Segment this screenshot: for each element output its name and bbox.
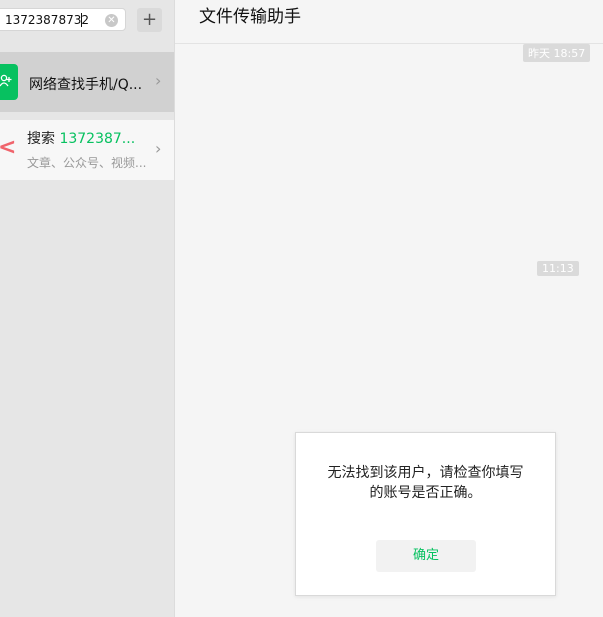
result-title: 搜索 1372387... [27,128,135,148]
ok-button[interactable]: 确定 [376,540,476,572]
dialog-message: 无法找到该用户，请检查你填写 的账号是否正确。 [296,463,555,503]
result-label: 网络查找手机/Q... [29,77,143,93]
timestamp: 11:13 [537,261,579,276]
chevron-right-icon: › [155,71,162,90]
clear-icon[interactable]: ✕ [105,14,118,27]
search-prefix: 搜索 [27,131,55,147]
add-friend-icon [0,64,18,100]
result-network-search[interactable]: 网络查找手机/Q... › [0,52,174,112]
result-search-query[interactable]: < 搜索 1372387... 文章、公众号、视频... › [0,120,174,180]
dialog-message-line: 无法找到该用户，请检查你填写 [327,465,524,481]
search-query: 1372387... [59,131,136,147]
search-box[interactable]: ✕ [0,8,126,31]
chat-title: 文件传输助手 [199,7,301,27]
chevron-right-icon: › [155,139,162,158]
search-input[interactable] [5,12,101,28]
add-button[interactable]: + [137,8,162,32]
text-caret [81,13,82,27]
search-icon: < [0,135,17,160]
error-dialog: 无法找到该用户，请检查你填写 的账号是否正确。 确定 [295,432,556,596]
result-subtitle: 文章、公众号、视频... [27,156,147,170]
sidebar: ✕ + 网络查找手机/Q... › < 搜索 1372387... 文章、公众号… [0,0,175,617]
dialog-message-line: 的账号是否正确。 [369,485,482,501]
timestamp: 昨天 18:57 [523,44,591,62]
